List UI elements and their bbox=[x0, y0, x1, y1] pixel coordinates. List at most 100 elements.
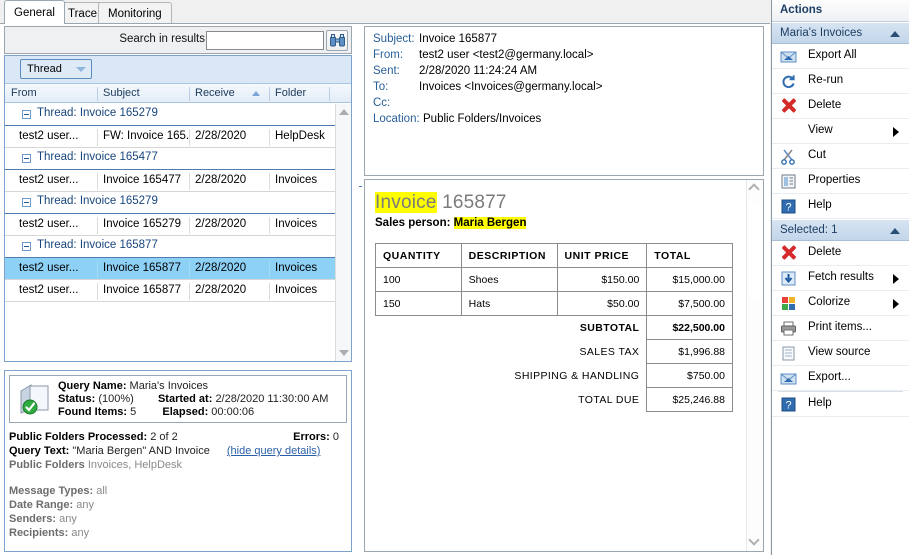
recipients-label: Recipients bbox=[9, 527, 65, 539]
scroll-thumb[interactable] bbox=[749, 202, 762, 298]
table-row[interactable]: test2 user... Invoice 165877 2/28/2020 I… bbox=[5, 280, 335, 302]
action-cut[interactable]: Cut bbox=[772, 144, 909, 169]
actions-pane: Actions Maria's Invoices Export All Re-r… bbox=[771, 0, 909, 555]
scroll-down-button[interactable] bbox=[336, 345, 351, 361]
action-print-items[interactable]: Print items... bbox=[772, 316, 909, 341]
sent-value: 2/28/2020 11:24:24 AM bbox=[419, 65, 538, 77]
scroll-down-chevron-icon[interactable] bbox=[748, 534, 760, 546]
action-view-source-label: View source bbox=[808, 346, 871, 358]
submenu-arrow-icon bbox=[893, 274, 899, 284]
hide-query-details-link[interactable]: (hide query details) bbox=[227, 445, 321, 457]
chevron-up-icon[interactable] bbox=[890, 228, 900, 234]
senders-value: any bbox=[59, 513, 77, 525]
value-shipping-handling: $750.00 bbox=[646, 363, 733, 388]
group-by-thread-label: Thread bbox=[27, 63, 62, 75]
results-scrollbar[interactable] bbox=[335, 104, 351, 361]
action-help-selected[interactable]: ? Help bbox=[772, 392, 909, 417]
thread-group-header[interactable]: Thread: Invoice 165279 bbox=[5, 104, 335, 126]
table-row[interactable]: test2 user... FW: Invoice 165... 2/28/20… bbox=[5, 126, 335, 148]
svg-text:?: ? bbox=[785, 202, 791, 214]
action-help-query[interactable]: ? Help bbox=[772, 194, 909, 219]
collapse-icon[interactable] bbox=[22, 154, 31, 163]
column-header-from[interactable]: From bbox=[5, 87, 97, 101]
action-fetch-results[interactable]: Fetch results bbox=[772, 266, 909, 291]
query-status-label: Status bbox=[58, 393, 92, 405]
from-label: From: bbox=[373, 49, 404, 61]
body-scrollbar[interactable] bbox=[746, 180, 763, 551]
collapse-icon[interactable] bbox=[22, 110, 31, 119]
th-total: TOTAL bbox=[646, 243, 733, 268]
public-folders-label: Public Folders bbox=[9, 459, 85, 471]
action-delete-selected-label: Delete bbox=[808, 246, 842, 258]
cell-subject: Invoice 165477 bbox=[97, 173, 189, 190]
svg-text:?: ? bbox=[785, 400, 791, 412]
column-header-subject[interactable]: Subject bbox=[97, 87, 189, 101]
cell-subject: Invoice 165877 bbox=[97, 283, 189, 300]
column-header-folder[interactable]: Folder bbox=[269, 87, 329, 101]
actions-section-query[interactable]: Maria's Invoices bbox=[772, 22, 909, 44]
action-delete-query[interactable]: Delete bbox=[772, 94, 909, 119]
cell-folder: Invoices bbox=[269, 283, 335, 300]
label-total-due: TOTAL DUE bbox=[578, 393, 640, 406]
action-export-all[interactable]: Export All bbox=[772, 44, 909, 69]
sales-person-name: Maria Bergen bbox=[453, 217, 527, 229]
action-view-label: View bbox=[808, 124, 833, 136]
invoice-title: Invoice 165877 bbox=[375, 192, 736, 214]
collapse-icon[interactable] bbox=[22, 242, 31, 251]
submenu-arrow-icon bbox=[893, 299, 899, 309]
action-view-source[interactable]: View source bbox=[772, 341, 909, 366]
action-delete-selected[interactable]: Delete bbox=[772, 241, 909, 266]
scroll-up-chevron-icon[interactable] bbox=[748, 183, 760, 195]
th-quantity: QUANTITY bbox=[375, 243, 462, 268]
search-input[interactable] bbox=[207, 32, 323, 49]
query-found-label: Found Items bbox=[58, 406, 124, 418]
action-export-all-label: Export All bbox=[808, 49, 857, 61]
message-header: Subject: Invoice 165877 From: test2 user <… bbox=[364, 26, 764, 176]
group-by-bar: Thread bbox=[5, 56, 351, 84]
search-input-box[interactable] bbox=[206, 31, 324, 50]
tab-monitoring[interactable]: Monitoring bbox=[98, 2, 172, 24]
invoice-summary-row: SHIPPING & HANDLING $750.00 bbox=[376, 363, 733, 388]
chevron-up-icon[interactable] bbox=[890, 31, 900, 37]
action-re-run[interactable]: Re-run bbox=[772, 69, 909, 94]
download-icon bbox=[780, 270, 797, 287]
thread-group-header[interactable]: Thread: Invoice 165877 bbox=[5, 236, 335, 258]
submenu-arrow-icon bbox=[893, 127, 899, 137]
search-bar: Search in results bbox=[4, 26, 352, 54]
tab-general[interactable]: General bbox=[4, 0, 65, 24]
location-label: Location: bbox=[373, 113, 420, 125]
action-export[interactable]: Export... bbox=[772, 366, 909, 391]
cell-receive: 2/28/2020 bbox=[189, 283, 269, 300]
cell-from: test2 user... bbox=[19, 174, 79, 186]
cell-description: Hats bbox=[460, 291, 558, 316]
action-view[interactable]: View bbox=[772, 119, 909, 144]
query-started-value: 2/28/2020 11:30:00 AM bbox=[215, 393, 329, 405]
cell-from: test2 user... bbox=[19, 130, 79, 142]
red-x-icon bbox=[780, 98, 797, 115]
cell-description: Shoes bbox=[460, 267, 558, 292]
find-button[interactable] bbox=[326, 30, 348, 51]
action-fetch-results-label: Fetch results bbox=[808, 271, 874, 283]
label-shipping-handling: SHIPPING & HANDLING bbox=[514, 369, 640, 382]
scroll-up-button[interactable] bbox=[336, 104, 351, 120]
table-row-selected[interactable]: test2 user... Invoice 165877 2/28/2020 I… bbox=[5, 258, 335, 280]
table-row[interactable]: test2 user... Invoice 165279 2/28/2020 I… bbox=[5, 214, 335, 236]
action-colorize[interactable]: Colorize bbox=[772, 291, 909, 316]
pane-splitter[interactable] bbox=[358, 26, 363, 552]
value-subtotal: $22,500.00 bbox=[646, 315, 733, 340]
cell-receive: 2/28/2020 bbox=[189, 261, 269, 278]
help-icon: ? bbox=[780, 198, 797, 215]
sales-person-label: Sales person: bbox=[375, 217, 451, 229]
thread-group-header[interactable]: Thread: Invoice 165279 bbox=[5, 192, 335, 214]
collapse-icon[interactable] bbox=[22, 198, 31, 207]
actions-section-selected[interactable]: Selected: 1 bbox=[772, 219, 909, 241]
preview-pane: Subject: Invoice 165877 From: test2 user <… bbox=[364, 26, 766, 552]
actions-section-query-label: Maria's Invoices bbox=[780, 27, 863, 39]
group-by-thread-button[interactable]: Thread bbox=[20, 59, 92, 79]
cell-from: test2 user... bbox=[19, 284, 79, 296]
senders-label: Senders bbox=[9, 513, 53, 525]
thread-group-header[interactable]: Thread: Invoice 165477 bbox=[5, 148, 335, 170]
table-row[interactable]: test2 user... Invoice 165477 2/28/2020 I… bbox=[5, 170, 335, 192]
action-properties[interactable]: Properties bbox=[772, 169, 909, 194]
colorize-icon bbox=[780, 295, 797, 312]
